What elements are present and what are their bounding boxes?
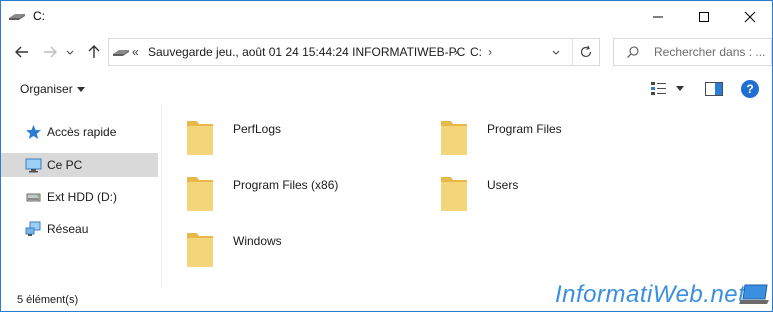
breadcrumb-separator[interactable]: › <box>488 45 492 59</box>
change-view-icon[interactable] <box>650 81 668 97</box>
computer-icon <box>25 158 42 173</box>
up-arrow-icon <box>88 45 100 58</box>
sidebar-item-this-pc[interactable]: Ce PC <box>1 153 158 177</box>
address-bar[interactable]: « Sauvegarde jeu., août 01 24 15:44:24 I… <box>108 38 600 66</box>
title-bar: C: <box>1 1 772 32</box>
laptop-logo-icon <box>739 284 769 304</box>
folder-icon <box>187 121 213 155</box>
caret-down-icon[interactable] <box>77 87 85 92</box>
folder-name: Program Files <box>487 122 562 136</box>
back-button[interactable] <box>11 41 33 63</box>
caret-down-icon[interactable] <box>676 86 684 91</box>
close-icon <box>744 11 756 22</box>
folder-icon <box>441 177 467 211</box>
organise-menu[interactable]: Organiser <box>20 82 73 96</box>
up-button[interactable] <box>83 41 105 63</box>
refresh-button[interactable] <box>572 39 598 65</box>
breadcrumb-separator[interactable]: › <box>454 45 458 59</box>
maximize-button[interactable] <box>681 1 727 32</box>
folder-name: PerfLogs <box>233 122 282 136</box>
refresh-icon <box>580 45 591 58</box>
navigation-pane: Accès rapide Ce PC Ext HDD (D:) Réseau <box>1 104 161 289</box>
sidebar-item-network[interactable]: Réseau <box>1 217 158 241</box>
folder-icon <box>187 177 213 211</box>
forward-arrow-icon <box>44 46 57 58</box>
preview-pane-icon[interactable] <box>705 82 723 96</box>
search-icon <box>627 46 639 58</box>
pane-divider[interactable] <box>161 104 162 289</box>
file-list: PerfLogs Program Files Program Files (x8… <box>163 104 771 289</box>
sidebar-item-label: Réseau <box>47 222 89 236</box>
folder-icon <box>441 121 467 155</box>
close-button[interactable] <box>727 1 773 32</box>
sidebar-item-label: Accès rapide <box>47 125 117 139</box>
backup-drive-icon <box>113 50 129 56</box>
star-icon <box>26 125 41 139</box>
breadcrumb-drive-c[interactable]: C: <box>470 45 482 59</box>
sidebar-item-label: Ext HDD (D:) <box>47 190 117 204</box>
folder-item-windows[interactable]: Windows <box>163 216 403 267</box>
item-count: 5 élément(s) <box>17 294 79 306</box>
drive-icon <box>26 193 41 202</box>
folder-item-program-files[interactable]: Program Files <box>417 104 657 155</box>
sidebar-item-label: Ce PC <box>47 158 83 172</box>
address-history-button[interactable] <box>543 39 569 65</box>
minimize-button[interactable] <box>635 1 681 32</box>
folder-item-program-files-x86[interactable]: Program Files (x86) <box>163 160 403 211</box>
folder-item-users[interactable]: Users <box>417 160 657 211</box>
back-arrow-icon <box>15 46 28 58</box>
recent-locations-button[interactable] <box>63 41 77 63</box>
sidebar-item-quick-access[interactable]: Accès rapide <box>1 120 158 144</box>
command-bar: Organiser ? <box>1 76 772 102</box>
folder-name: Program Files (x86) <box>233 178 339 192</box>
folder-icon <box>187 233 213 267</box>
network-icon <box>25 221 41 236</box>
folder-name: Users <box>487 178 519 192</box>
address-overflow-chevron[interactable]: « <box>132 45 139 59</box>
minimize-icon <box>653 16 663 17</box>
chevron-down-icon <box>66 50 74 55</box>
maximize-icon <box>699 11 709 22</box>
help-button[interactable]: ? <box>741 80 759 98</box>
window-title: C: <box>33 9 45 23</box>
explorer-window: C: « Sauvegarde jeu., août 01 24 15:44:2… <box>0 0 773 312</box>
folder-item-perflogs[interactable]: PerfLogs <box>163 104 403 155</box>
breadcrumb-backup[interactable]: Sauvegarde jeu., août 01 24 15:44:24 INF… <box>148 45 465 59</box>
forward-button[interactable] <box>39 41 61 63</box>
sidebar-item-ext-hdd[interactable]: Ext HDD (D:) <box>1 185 158 209</box>
search-input[interactable]: Rechercher dans : ... <box>613 38 772 66</box>
chevron-down-icon <box>552 50 560 55</box>
watermark: InformatiWeb.net <box>555 281 746 308</box>
backup-drive-icon <box>9 14 25 20</box>
folder-name: Windows <box>233 234 282 248</box>
search-placeholder: Rechercher dans : ... <box>654 45 766 59</box>
